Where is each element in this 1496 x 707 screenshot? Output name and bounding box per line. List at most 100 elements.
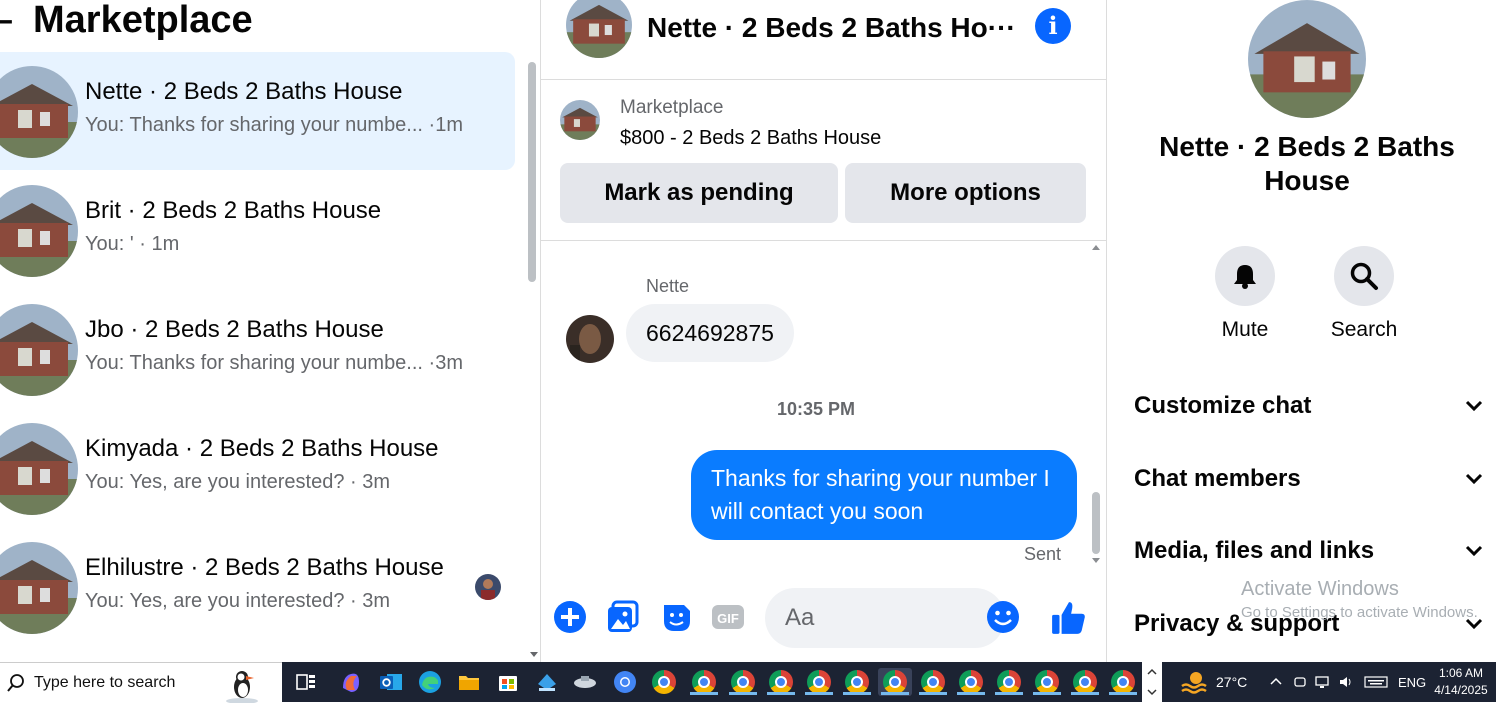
profile-avatar[interactable] (1248, 0, 1366, 118)
message-input-placeholder: Aa (785, 604, 815, 631)
chrome-window-icon-active[interactable] (878, 668, 912, 696)
volume-icon[interactable] (1338, 674, 1356, 690)
chrome-window-icon[interactable] (805, 668, 833, 696)
gif-icon[interactable]: GIF (710, 599, 746, 635)
chevron-up-down-icon (1147, 668, 1157, 696)
chrome-window-icon[interactable] (729, 668, 757, 696)
conversation-item[interactable]: Elhilustre · 2 Beds 2 Baths House You: Y… (0, 528, 515, 646)
info-icon[interactable]: i (1035, 8, 1071, 44)
windows-taskbar: Type here to search 27°C ENG 1:06 AM 4/1… (0, 662, 1496, 703)
conversation-preview: You: Thanks for sharing your numbe... ·3… (85, 352, 463, 374)
emoji-icon[interactable] (985, 599, 1021, 635)
chevron-down-icon (1465, 473, 1483, 485)
conversation-name: Nette · 2 Beds 2 Baths House (85, 78, 403, 105)
task-view-icon[interactable] (292, 668, 320, 696)
chrome-icon[interactable] (611, 668, 639, 696)
chrome-window-icon[interactable] (650, 668, 678, 696)
store-icon[interactable] (494, 668, 522, 696)
chrome-window-icon[interactable] (919, 668, 947, 696)
chrome-window-icon[interactable] (767, 668, 795, 696)
app-icon[interactable] (571, 668, 599, 696)
section-title: Privacy & support (1134, 610, 1340, 637)
scrollbar-thumb[interactable] (1092, 492, 1100, 554)
search-button[interactable]: Search (1304, 246, 1424, 342)
more-options-button[interactable]: More options (845, 163, 1086, 223)
conversation-item[interactable]: Nette · 2 Beds 2 Baths House You: Thanks… (0, 52, 515, 170)
plus-icon[interactable] (552, 599, 588, 635)
search-icon (1350, 262, 1378, 290)
section-privacy-support[interactable]: Privacy & support (1134, 604, 1484, 644)
outgoing-message-bubble[interactable]: Thanks for sharing your number I will co… (691, 450, 1077, 540)
conversation-item[interactable]: Jbo · 2 Beds 2 Baths House You: Thanks f… (0, 290, 515, 408)
file-explorer-icon[interactable] (455, 668, 483, 696)
chevron-up-icon[interactable] (1268, 674, 1284, 690)
chat-panel: Nette · 2 Beds 2 Baths Ho··· i Marketpla… (541, 0, 1107, 662)
weather-temp: 27°C (1216, 674, 1248, 690)
taskbar-search-placeholder: Type here to search (34, 673, 176, 691)
conversation-name: Elhilustre · 2 Beds 2 Baths House (85, 554, 444, 581)
conversation-preview: You: Thanks for sharing your numbe... ·1… (85, 114, 463, 136)
watermark-title: Activate Windows (1241, 578, 1399, 600)
sticker-icon[interactable] (658, 599, 694, 635)
chrome-window-icon[interactable] (1033, 668, 1061, 696)
chat-header: Nette · 2 Beds 2 Baths Ho··· i (541, 0, 1107, 80)
conversation-list-panel: – Marketplace Nette · 2 Beds 2 Baths Hou… (0, 0, 541, 662)
gif-label: GIF (717, 611, 739, 626)
chrome-window-icon[interactable] (1071, 668, 1099, 696)
photo-icon[interactable] (605, 599, 641, 635)
message-composer: GIF Aa (541, 585, 1107, 651)
clock-date: 4/14/2025 (1434, 683, 1488, 697)
house-avatar (0, 304, 78, 396)
taskbar-overflow-scroller[interactable] (1142, 662, 1162, 702)
listing-thumbnail[interactable] (560, 100, 600, 140)
incoming-message-bubble[interactable]: 6624692875 (626, 304, 794, 362)
keyboard-icon[interactable] (1364, 674, 1388, 690)
scroll-down-arrow-icon[interactable] (530, 652, 538, 657)
conversation-item[interactable]: Brit · 2 Beds 2 Baths House You: ' · 1m (0, 171, 515, 289)
sender-avatar[interactable] (566, 315, 614, 363)
chat-title[interactable]: Nette · 2 Beds 2 Baths Ho··· (647, 12, 1016, 44)
chrome-window-icon[interactable] (690, 668, 718, 696)
message-input[interactable]: Aa (765, 588, 1005, 648)
weather-icon (1181, 672, 1207, 694)
conversation-preview: You: ' · 1m (85, 233, 180, 255)
clock[interactable]: 1:06 AM 4/14/2025 (1428, 665, 1494, 699)
copilot-icon[interactable] (337, 668, 365, 696)
chrome-window-icon[interactable] (843, 668, 871, 696)
language-indicator[interactable]: ENG (1398, 675, 1426, 690)
bell-icon (1234, 265, 1256, 289)
taskbar-search-box[interactable]: Type here to search (0, 662, 282, 703)
mute-button[interactable]: Mute (1185, 246, 1305, 342)
conversation-item[interactable]: Kimyada · 2 Beds 2 Baths House You: Yes,… (0, 409, 515, 527)
search-label: Search (1330, 318, 1398, 341)
chrome-window-icon[interactable] (995, 668, 1023, 696)
chrome-window-icon[interactable] (1109, 668, 1137, 696)
conversation-name: Kimyada · 2 Beds 2 Baths House (85, 435, 439, 462)
scroll-down-arrow-icon[interactable] (1092, 558, 1100, 563)
section-title: Chat members (1134, 465, 1301, 492)
conversation-name: Brit · 2 Beds 2 Baths House (85, 197, 382, 224)
app-icon[interactable] (533, 668, 561, 696)
weather-widget[interactable]: 27°C (1180, 662, 1247, 702)
listing-price-title[interactable]: $800 - 2 Beds 2 Baths House (620, 127, 881, 150)
network-icon[interactable] (1314, 674, 1332, 690)
house-avatar (0, 66, 78, 158)
outlook-icon[interactable] (377, 668, 405, 696)
back-icon[interactable]: – (0, 1, 30, 40)
listing-source-label: Marketplace (620, 97, 724, 118)
section-customize-chat[interactable]: Customize chat (1134, 386, 1484, 426)
chrome-window-icon[interactable] (957, 668, 985, 696)
scroll-up-arrow-icon[interactable] (1092, 245, 1100, 250)
section-title: Customize chat (1134, 392, 1312, 419)
chat-avatar[interactable] (566, 0, 632, 58)
section-chat-members[interactable]: Chat members (1134, 459, 1484, 499)
profile-name: Nette · 2 Beds 2 Baths House (1159, 131, 1455, 196)
meet-icon[interactable] (1292, 674, 1308, 690)
like-thumb-icon[interactable] (1050, 599, 1086, 635)
panel-header: – Marketplace (0, 0, 253, 42)
edge-icon[interactable] (416, 668, 444, 696)
scrollbar-thumb[interactable] (528, 62, 536, 282)
mark-as-pending-button[interactable]: Mark as pending (560, 163, 838, 223)
chevron-down-icon (1465, 618, 1483, 630)
section-media-files-links[interactable]: Media, files and links (1134, 531, 1484, 571)
